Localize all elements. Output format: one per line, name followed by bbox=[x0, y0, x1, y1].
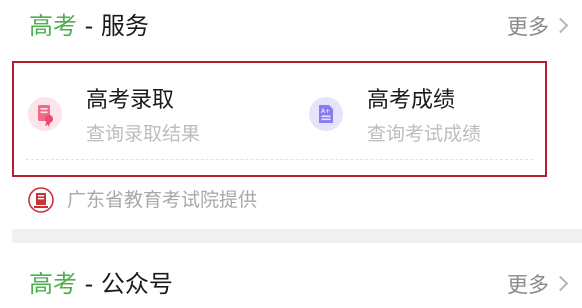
service-section-header: 高考 - 服务 更多 bbox=[0, 0, 582, 50]
score-card-subtitle: 查询考试成绩 bbox=[367, 123, 482, 145]
public-section-header: 高考 - 公众号 更多 bbox=[0, 258, 582, 308]
exam-authority-logo-icon bbox=[27, 186, 55, 214]
svg-text:A+: A+ bbox=[321, 108, 330, 115]
public-title-accent: 高考 bbox=[29, 270, 77, 298]
admission-card-title: 高考录取 bbox=[86, 88, 175, 113]
public-more-label: 更多 bbox=[507, 273, 549, 297]
service-more-link[interactable]: 更多 bbox=[507, 12, 569, 42]
public-more-link[interactable]: 更多 bbox=[507, 270, 569, 300]
score-card-title: 高考成绩 bbox=[367, 88, 456, 113]
service-title-rest: - 服务 bbox=[77, 12, 149, 40]
service-cards-highlight: 高考录取 查询录取结果 A+ 高考成绩 查询考试成绩 bbox=[12, 61, 547, 177]
chevron-right-icon bbox=[552, 17, 569, 34]
document-seal-icon bbox=[28, 97, 62, 131]
chevron-right-icon bbox=[552, 275, 569, 292]
admission-card-subtitle: 查询录取结果 bbox=[86, 123, 201, 145]
service-section-title: 高考 - 服务 bbox=[29, 9, 149, 43]
provider-text: 广东省教育考试院提供 bbox=[67, 189, 258, 211]
service-title-accent: 高考 bbox=[29, 12, 77, 40]
grade-sheet-icon: A+ bbox=[309, 97, 343, 131]
provider-credit: 广东省教育考试院提供 bbox=[27, 184, 427, 216]
public-title-rest: - 公众号 bbox=[77, 270, 173, 298]
public-section-title: 高考 - 公众号 bbox=[29, 267, 173, 301]
section-divider bbox=[12, 229, 582, 243]
service-more-label: 更多 bbox=[507, 15, 549, 39]
card-dashed-divider bbox=[26, 159, 533, 160]
